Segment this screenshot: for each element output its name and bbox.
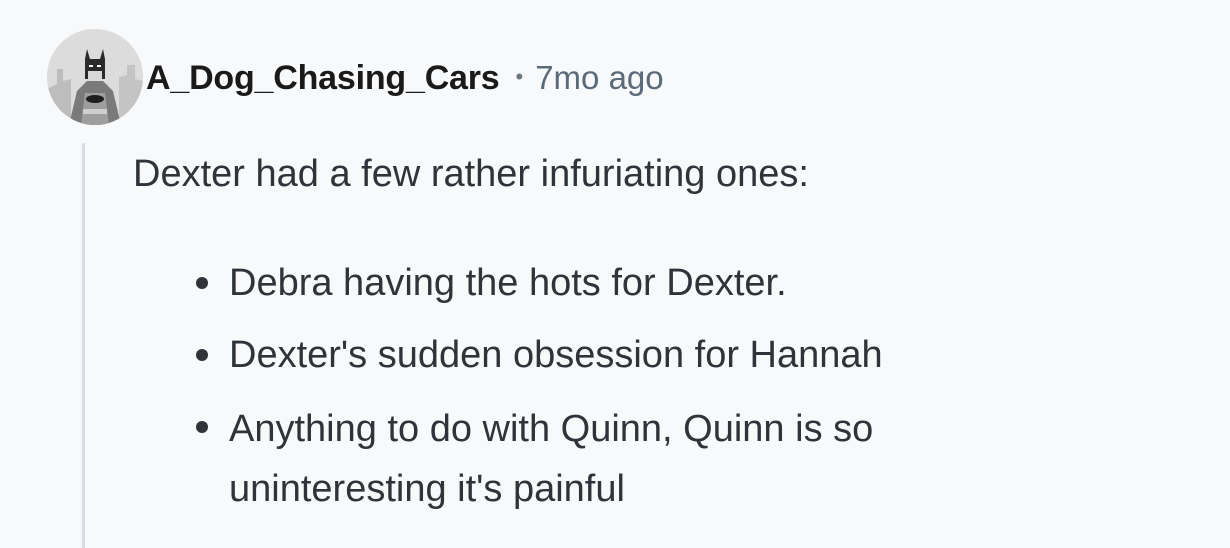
list-item: Debra having the hots for Dexter. xyxy=(188,255,1088,311)
comment-timestamp[interactable]: 7mo ago xyxy=(535,59,663,97)
bullet-dot xyxy=(196,349,208,361)
comment-bullet-list: Debra having the hots for Dexter. Dexter… xyxy=(188,255,1088,535)
list-item-text: Anything to do with Quinn, Quinn is so u… xyxy=(229,408,874,510)
bullet-dot xyxy=(196,277,208,289)
list-item-text: Dexter's sudden obsession for Hannah xyxy=(229,334,883,376)
bullet-dot xyxy=(196,421,208,433)
comment: A_Dog_Chasing_Cars • 7mo ago Dexter had … xyxy=(0,0,1230,548)
batman-avatar-icon xyxy=(47,29,143,125)
list-item-text: Debra having the hots for Dexter. xyxy=(229,262,787,304)
user-avatar[interactable] xyxy=(47,29,143,125)
username-link[interactable]: A_Dog_Chasing_Cars xyxy=(146,59,500,98)
comment-body-text: Dexter had a few rather infuriating ones… xyxy=(133,153,809,195)
thread-collapse-line[interactable] xyxy=(82,143,85,548)
list-item: Dexter's sudden obsession for Hannah xyxy=(188,327,1088,383)
meta-separator: • xyxy=(515,64,524,89)
comment-meta: A_Dog_Chasing_Cars • 7mo ago xyxy=(146,56,664,100)
list-item: Anything to do with Quinn, Quinn is so u… xyxy=(188,399,1088,519)
